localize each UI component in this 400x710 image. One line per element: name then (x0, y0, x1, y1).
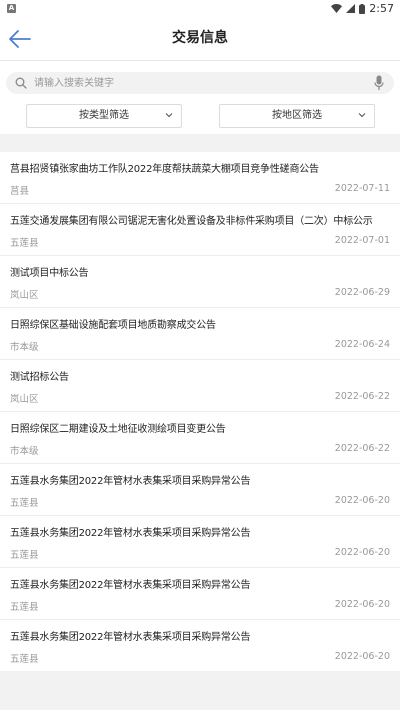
search-box[interactable] (6, 72, 394, 94)
list-item[interactable]: 五莲县水务集团2022年管材水表集采项目采购异常公告 五莲县 2022-06-2… (0, 516, 400, 568)
item-date: 2022-06-20 (334, 547, 390, 558)
item-region: 五莲县 (10, 550, 39, 561)
item-region: 五莲县 (10, 238, 39, 249)
item-region: 五莲县 (10, 602, 39, 613)
list-item[interactable]: 测试招标公告 岚山区 2022-06-22 (0, 360, 400, 412)
microphone-icon[interactable] (374, 75, 384, 91)
list-item[interactable]: 日照综保区基础设施配套项目地质勘察成交公告 市本级 2022-06-24 (0, 308, 400, 360)
chevron-down-icon (165, 113, 173, 118)
type-filter-dropdown[interactable]: 按类型筛选 (26, 104, 182, 128)
item-date: 2022-06-20 (334, 651, 390, 662)
item-title: 测试招标公告 (10, 372, 69, 383)
item-title: 五莲县水务集团2022年管材水表集采项目采购异常公告 (10, 580, 251, 591)
item-title: 日照综保区二期建设及土地征收测绘项目变更公告 (10, 424, 226, 435)
item-title: 五莲县水务集团2022年管材水表集采项目采购异常公告 (10, 476, 251, 487)
item-title: 测试项目中标公告 (10, 268, 89, 279)
clock: 2:57 (369, 2, 394, 15)
item-title: 莒县招贤镇张家曲坊工作队2022年度帮扶蔬菜大棚项目竞争性磋商公告 (10, 164, 319, 175)
item-region: 市本级 (10, 342, 39, 353)
chevron-down-icon (358, 113, 366, 118)
status-bar: A 2:57 (0, 0, 400, 17)
search-area: 按类型筛选 按地区筛选 (0, 61, 400, 134)
search-icon (15, 77, 27, 89)
item-region: 五莲县 (10, 654, 39, 665)
item-date: 2022-06-22 (334, 391, 390, 402)
item-region: 岚山区 (10, 394, 39, 405)
transaction-list: 莒县招贤镇张家曲坊工作队2022年度帮扶蔬菜大棚项目竞争性磋商公告 莒县 202… (0, 152, 400, 671)
list-item[interactable]: 五莲交通发展集团有限公司锯泥无害化处置设备及非标件采购项目（二次）中标公示 五莲… (0, 204, 400, 256)
search-input[interactable] (34, 72, 364, 94)
item-date: 2022-07-11 (334, 183, 390, 194)
item-title: 日照综保区基础设施配套项目地质勘察成交公告 (10, 320, 216, 331)
item-date: 2022-06-22 (334, 443, 390, 454)
item-title: 五莲县水务集团2022年管材水表集采项目采购异常公告 (10, 632, 251, 643)
battery-icon (359, 3, 366, 14)
signal-icon (346, 4, 356, 13)
item-date: 2022-06-20 (334, 599, 390, 610)
status-indicators: 2:57 (331, 2, 394, 15)
item-date: 2022-07-01 (334, 235, 390, 246)
item-region: 五莲县 (10, 498, 39, 509)
page-title: 交易信息 (172, 30, 228, 46)
item-date: 2022-06-29 (334, 287, 390, 298)
type-filter-label: 按类型筛选 (79, 110, 129, 121)
item-region: 莒县 (10, 186, 30, 197)
list-item[interactable]: 测试项目中标公告 岚山区 2022-06-29 (0, 256, 400, 308)
list-item[interactable]: 五莲县水务集团2022年管材水表集采项目采购异常公告 五莲县 2022-06-2… (0, 568, 400, 620)
list-item[interactable]: 莒县招贤镇张家曲坊工作队2022年度帮扶蔬菜大棚项目竞争性磋商公告 莒县 202… (0, 152, 400, 204)
item-date: 2022-06-24 (334, 339, 390, 350)
list-item[interactable]: 五莲县水务集团2022年管材水表集采项目采购异常公告 五莲县 2022-06-2… (0, 464, 400, 516)
region-filter-dropdown[interactable]: 按地区筛选 (219, 104, 375, 128)
list-item[interactable]: 日照综保区二期建设及土地征收测绘项目变更公告 市本级 2022-06-22 (0, 412, 400, 464)
item-region: 市本级 (10, 446, 39, 457)
wifi-icon (331, 4, 343, 13)
app-notification-icon: A (7, 4, 16, 13)
list-item[interactable]: 五莲县水务集团2022年管材水表集采项目采购异常公告 五莲县 2022-06-2… (0, 620, 400, 671)
item-title: 五莲交通发展集团有限公司锯泥无害化处置设备及非标件采购项目（二次）中标公示 (10, 216, 373, 227)
item-region: 岚山区 (10, 290, 39, 301)
item-title: 五莲县水务集团2022年管材水表集采项目采购异常公告 (10, 528, 251, 539)
region-filter-label: 按地区筛选 (272, 110, 322, 121)
item-date: 2022-06-20 (334, 495, 390, 506)
app-header: 交易信息 (0, 17, 400, 61)
